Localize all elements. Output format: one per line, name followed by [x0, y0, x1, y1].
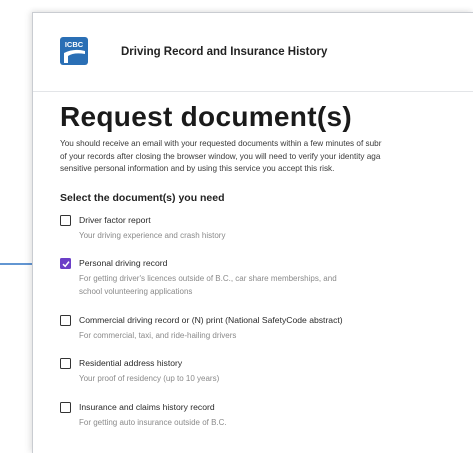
request-document-card: ICBC Driving Record and Insurance Histor…	[32, 12, 473, 453]
intro-line: of your records after closing the browse…	[60, 151, 381, 161]
insurance-claims-checkbox[interactable]	[60, 402, 71, 413]
residential-address-checkbox[interactable]	[60, 358, 71, 369]
option-desc-line: For commercial, taxi, and ride-hailing d…	[79, 331, 237, 340]
option-title[interactable]: Commercial driving record or (N) print (…	[79, 315, 343, 325]
option-desc-line: school volunteering applications	[79, 286, 193, 296]
option-description: Your driving experience and crash histor…	[79, 230, 225, 243]
page-title: Request document(s)	[60, 101, 352, 132]
commercial-driving-record-checkbox[interactable]	[60, 315, 71, 326]
logo-text: ICBC	[65, 40, 84, 49]
icbc-logo-icon: ICBC	[60, 37, 88, 65]
checkmark-icon	[62, 261, 70, 268]
option-title[interactable]: Residential address history	[79, 358, 182, 368]
intro-line: sensitive personal information and by us…	[60, 164, 335, 173]
option-description: Your proof of residency (up to 10 years)	[79, 373, 219, 386]
option-desc-line: Your proof of residency (up to 10 years)	[79, 374, 220, 383]
option-description: For commercial, taxi, and ride-hailing d…	[79, 330, 236, 343]
option-title[interactable]: Driver factor report	[79, 215, 151, 225]
option-desc-line: Your driving experience and crash histor…	[79, 231, 226, 240]
intro-text: You should receive an email with your re…	[60, 138, 473, 176]
section-label: Select the document(s) you need	[60, 192, 225, 204]
option-title[interactable]: Insurance and claims history record	[79, 402, 215, 412]
option-title[interactable]: Personal driving record	[79, 258, 167, 268]
driver-factor-checkbox[interactable]	[60, 215, 71, 226]
personal-driving-record-checkbox[interactable]	[60, 258, 71, 269]
option-description: For getting driver's licences outside of…	[79, 273, 337, 298]
option-desc-line: For getting driver's licences outside of…	[79, 274, 337, 283]
intro-line: You should receive an email with your re…	[60, 139, 382, 148]
option-desc-line: For getting auto insurance outside of B.…	[79, 418, 227, 427]
option-description: For getting auto insurance outside of B.…	[79, 417, 227, 430]
header-title: Driving Record and Insurance History	[121, 46, 328, 58]
page-header: ICBC Driving Record and Insurance Histor…	[33, 13, 473, 92]
